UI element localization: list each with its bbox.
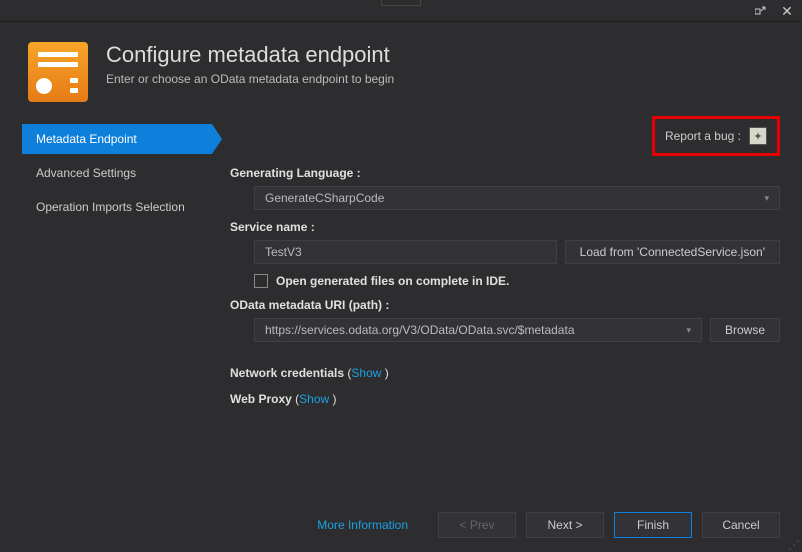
chevron-down-icon: ▾ [686,325,691,336]
sidebar-item-operation-imports[interactable]: Operation Imports Selection [22,192,212,222]
generating-language-label: Generating Language : [230,166,780,180]
show-credentials-link[interactable]: Show [351,366,381,380]
more-information-link[interactable]: More Information [317,518,408,532]
show-proxy-link[interactable]: Show [299,392,329,406]
metadata-uri-input[interactable]: https://services.odata.org/V3/OData/ODat… [254,318,702,342]
sidebar-item-advanced-settings[interactable]: Advanced Settings [22,158,212,188]
bug-icon[interactable]: ✦ [749,127,767,145]
network-credentials-label: Network credentials [230,366,344,380]
report-bug-label: Report a bug : [665,129,741,143]
chevron-down-icon: ▾ [764,193,769,204]
finish-button[interactable]: Finish [614,512,692,538]
close-icon[interactable]: ✕ [780,4,794,18]
web-proxy-label: Web Proxy [230,392,292,406]
sidebar-item-label: Operation Imports Selection [36,200,185,214]
sidebar-item-metadata-endpoint[interactable]: Metadata Endpoint [22,124,212,154]
content-pane: Report a bug : ✦ Generating Language : G… [222,124,780,416]
resize-grip-icon[interactable]: ⋰ [788,538,800,550]
page-subtitle: Enter or choose an OData metadata endpoi… [106,72,394,86]
load-from-file-button[interactable]: Load from 'ConnectedService.json' [565,240,780,264]
open-files-label: Open generated files on complete in IDE. [276,274,509,288]
input-value: https://services.odata.org/V3/OData/ODat… [265,323,575,337]
service-name-label: Service name : [230,220,780,234]
input-value: TestV3 [265,245,302,259]
titlebar-drag-handle[interactable] [381,0,421,6]
dock-icon[interactable] [754,4,768,18]
app-icon [28,42,88,102]
sidebar: Metadata Endpoint Advanced Settings Oper… [22,124,212,416]
generating-language-select[interactable]: GenerateCSharpCode ▾ [254,186,780,210]
sidebar-item-label: Metadata Endpoint [36,132,137,146]
next-button[interactable]: Next > [526,512,604,538]
sidebar-item-label: Advanced Settings [36,166,136,180]
header: Configure metadata endpoint Enter or cho… [0,22,802,118]
report-bug-highlight: Report a bug : ✦ [652,116,780,156]
footer: More Information < Prev Next > Finish Ca… [0,498,802,552]
open-files-checkbox[interactable] [254,274,268,288]
metadata-uri-label: OData metadata URI (path) : [230,298,780,312]
browse-button[interactable]: Browse [710,318,780,342]
prev-button: < Prev [438,512,516,538]
select-value: GenerateCSharpCode [265,191,384,205]
cancel-button[interactable]: Cancel [702,512,780,538]
service-name-input[interactable]: TestV3 [254,240,557,264]
page-title: Configure metadata endpoint [106,42,394,68]
titlebar: ✕ [0,0,802,22]
